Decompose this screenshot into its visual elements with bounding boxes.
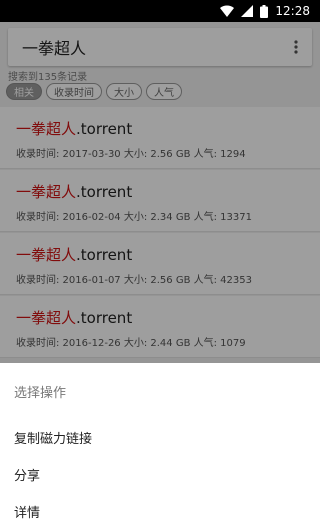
status-bar: 12:28 <box>0 0 320 22</box>
copy-magnet-link-action[interactable]: 复制磁力链接 <box>0 419 320 456</box>
action-sheet: 选择操作 复制磁力链接 分享 详情 <box>0 363 320 530</box>
sheet-title: 选择操作 <box>14 385 67 401</box>
share-action[interactable]: 分享 <box>0 456 320 493</box>
signal-icon <box>241 5 254 17</box>
clock: 12:28 <box>275 4 310 18</box>
details-action[interactable]: 详情 <box>0 493 320 530</box>
wifi-icon <box>220 5 235 17</box>
battery-icon <box>260 4 269 18</box>
